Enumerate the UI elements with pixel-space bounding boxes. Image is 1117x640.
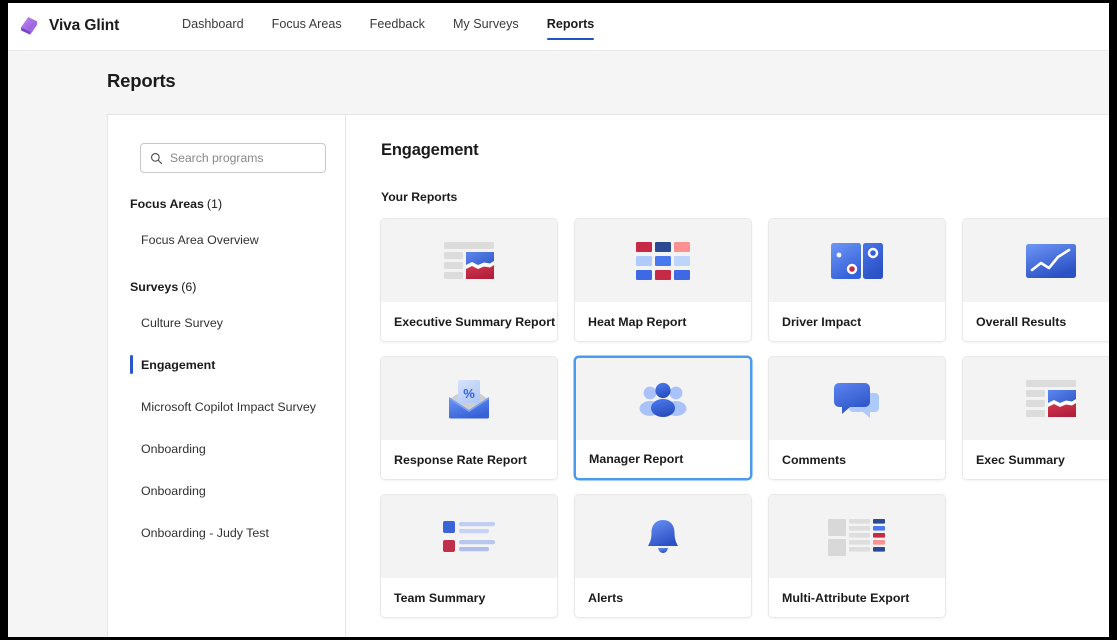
programs-sidebar: Focus Areas(1) Focus Area Overview Surve… (108, 115, 346, 637)
nav-tab-label: My Surveys (453, 17, 519, 31)
table-with-area-chart-icon (1023, 377, 1079, 421)
report-card-team-summary[interactable]: Team Summary (380, 494, 558, 618)
nav-tabs: Dashboard Focus Areas Feedback My Survey… (168, 3, 608, 51)
nav-tab-reports[interactable]: Reports (533, 3, 609, 51)
search-icon (150, 152, 163, 165)
card-thumbnail (963, 219, 1109, 302)
report-card-heat-map-report[interactable]: Heat Map Report (574, 218, 752, 342)
card-thumbnail (576, 358, 750, 440)
content-title: Engagement (381, 141, 479, 160)
sidebar-item-culture-survey[interactable]: Culture Survey (130, 312, 336, 334)
table-with-area-chart-icon (441, 239, 497, 283)
report-card-driver-impact[interactable]: Driver Impact (768, 218, 946, 342)
report-card-overall-results[interactable]: Overall Results (962, 218, 1109, 342)
line-chart-icon (1025, 243, 1077, 279)
report-card-exec-summary[interactable]: Exec Summary (962, 356, 1109, 480)
app-window: Viva Glint Dashboard Focus Areas Feedbac… (8, 3, 1109, 637)
nav-tab-label: Reports (547, 17, 595, 31)
reports-content: Engagement Your Reports (347, 115, 1109, 637)
card-thumbnail (575, 219, 751, 302)
page-body: Reports Focus Areas(1) Focus Area Overvi… (8, 51, 1109, 637)
sidebar-item-engagement[interactable]: Engagement (130, 354, 336, 376)
list-rows-icon (441, 519, 497, 555)
card-label: Exec Summary (963, 440, 1109, 479)
search-programs-box[interactable] (140, 143, 326, 173)
sidebar-item-microsoft-copilot-impact-survey[interactable]: Microsoft Copilot Impact Survey (130, 396, 336, 418)
sidebar-item-label: Focus Area Overview (141, 233, 259, 247)
card-label: Executive Summary Report (381, 302, 557, 341)
sidebar-group-title: Focus Areas (130, 197, 204, 211)
report-cards-grid: Executive Summary Report (380, 218, 1109, 618)
card-label: Heat Map Report (575, 302, 751, 341)
card-thumbnail: % (381, 357, 557, 440)
svg-text:%: % (463, 386, 475, 401)
viva-glint-diamond-logo-icon (18, 15, 40, 37)
nav-tab-my-surveys[interactable]: My Surveys (439, 3, 533, 51)
nav-tab-feedback[interactable]: Feedback (356, 3, 439, 51)
sidebar-item-label: Onboarding (141, 484, 206, 498)
reports-panel: Focus Areas(1) Focus Area Overview Surve… (107, 114, 1109, 637)
page-title: Reports (107, 70, 176, 92)
nav-tab-dashboard[interactable]: Dashboard (168, 3, 258, 51)
report-card-comments[interactable]: Comments (768, 356, 946, 480)
two-panel-dots-icon (830, 241, 884, 281)
sidebar-item-onboarding-judy-test[interactable]: Onboarding - Judy Test (130, 522, 336, 544)
card-label: Manager Report (576, 440, 750, 478)
brand-name: Viva Glint (49, 17, 119, 35)
sidebar-item-label: Onboarding - Judy Test (141, 526, 269, 540)
sidebar-item-focus-area-overview[interactable]: Focus Area Overview (130, 229, 336, 251)
card-label: Overall Results (963, 302, 1109, 341)
report-card-alerts[interactable]: Alerts (574, 494, 752, 618)
sidebar-item-onboarding-2[interactable]: Onboarding (130, 480, 336, 502)
speech-bubbles-icon (831, 379, 883, 419)
sidebar-group-focus-areas: Focus Areas(1) (130, 197, 222, 211)
sidebar-group-count: (6) (181, 280, 196, 294)
report-card-multi-attribute-export[interactable]: Multi-Attribute Export (768, 494, 946, 618)
card-label: Comments (769, 440, 945, 479)
report-card-response-rate-report[interactable]: % Response Rate Report (380, 356, 558, 480)
envelope-percent-icon: % (441, 377, 497, 421)
sidebar-item-label: Culture Survey (141, 316, 223, 330)
card-label: Multi-Attribute Export (769, 578, 945, 617)
table-grid-color-column-icon (827, 517, 887, 557)
heat-map-grid-icon (635, 241, 691, 281)
nav-tab-focus-areas[interactable]: Focus Areas (258, 3, 356, 51)
sidebar-item-label: Onboarding (141, 442, 206, 456)
your-reports-label: Your Reports (381, 190, 457, 204)
top-navigation-bar: Viva Glint Dashboard Focus Areas Feedbac… (8, 3, 1109, 51)
card-thumbnail (575, 495, 751, 578)
card-thumbnail (769, 495, 945, 578)
card-thumbnail (963, 357, 1109, 440)
brand-logo-area[interactable]: Viva Glint (18, 11, 119, 41)
card-thumbnail (381, 495, 557, 578)
report-card-executive-summary-report[interactable]: Executive Summary Report (380, 218, 558, 342)
report-card-manager-report[interactable]: Manager Report (574, 356, 752, 480)
bell-icon (642, 516, 684, 558)
card-thumbnail (769, 219, 945, 302)
sidebar-item-label: Microsoft Copilot Impact Survey (141, 400, 316, 414)
sidebar-group-title: Surveys (130, 280, 178, 294)
nav-tab-label: Focus Areas (272, 17, 342, 31)
card-label: Team Summary (381, 578, 557, 617)
sidebar-item-label: Engagement (141, 358, 215, 372)
nav-tab-label: Feedback (370, 17, 425, 31)
search-input[interactable] (170, 151, 315, 165)
card-label: Driver Impact (769, 302, 945, 341)
card-label: Response Rate Report (381, 440, 557, 479)
nav-tab-label: Dashboard (182, 17, 244, 31)
people-group-icon (638, 379, 688, 419)
card-label: Alerts (575, 578, 751, 617)
card-thumbnail (769, 357, 945, 440)
sidebar-group-count: (1) (207, 197, 222, 211)
sidebar-group-surveys: Surveys(6) (130, 280, 196, 294)
card-thumbnail (381, 219, 557, 302)
sidebar-item-onboarding-1[interactable]: Onboarding (130, 438, 336, 460)
